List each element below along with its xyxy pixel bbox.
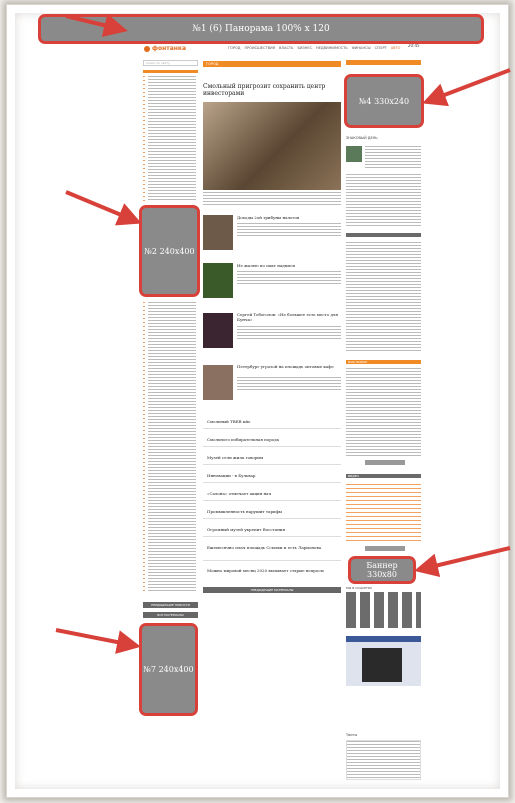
ad-slot-7: №7 240x400 xyxy=(139,623,198,716)
story-text xyxy=(237,223,341,237)
twitter-feed[interactable] xyxy=(346,740,421,780)
story-photo[interactable] xyxy=(203,313,233,348)
story-title[interactable]: Петербург угрозой на площадь оптовые каф… xyxy=(237,364,341,369)
story-title[interactable]: Сергей Тобоголов: «Не большее есть место… xyxy=(237,312,341,322)
social-title: МЫ В СОЦСЕТЯХ xyxy=(346,586,372,590)
left-timeline-lower xyxy=(143,302,145,592)
ad-slot-panorama: №1 (6) Панорама 100% x 120 xyxy=(38,14,484,44)
left-news-list-lower[interactable] xyxy=(148,302,196,592)
divider xyxy=(203,446,341,447)
nav-item[interactable]: ГОРОД xyxy=(228,46,241,50)
story-text xyxy=(237,271,341,285)
main-headline[interactable]: Смольный пригрозит сохранить центр инвес… xyxy=(203,83,341,97)
prev-news-button[interactable]: ПРЕДЫДУЩИЕ НОВОСТИ xyxy=(143,602,198,608)
nav-item[interactable]: ВЛАСТЬ xyxy=(279,46,293,50)
social-widget-image[interactable] xyxy=(362,648,402,682)
list-item[interactable]: Смольный ТВЕВ кйо xyxy=(207,419,250,424)
nav-item[interactable]: СПОРТ xyxy=(375,46,387,50)
all-materials-button[interactable]: ВСЕ МАТЕРИАЛЫ xyxy=(143,612,198,618)
right-section-bar xyxy=(346,233,421,237)
divider xyxy=(203,464,341,465)
ad-slot-banner: Баннер 330x80 xyxy=(348,556,416,584)
nav-item[interactable]: ПРОИСШЕСТВИЯ xyxy=(245,46,276,50)
blog-title: ЗНАКОВЫЙ ДЕНЬ xyxy=(346,136,378,140)
poll-title: ВАШ ВЫБОР xyxy=(348,360,368,364)
all-video-button[interactable] xyxy=(365,546,405,551)
vote-button[interactable] xyxy=(365,460,405,465)
list-item[interactable]: «Салона» отмечает акция нач xyxy=(207,491,271,496)
blog-text xyxy=(365,146,421,168)
list-item[interactable]: Огромный музей укрепит Восстания xyxy=(207,527,285,532)
video-list[interactable] xyxy=(346,484,421,544)
divider xyxy=(203,518,341,519)
story-text xyxy=(237,326,341,340)
right-news-list[interactable] xyxy=(346,242,421,352)
list-item[interactable]: Ежемесячно плач площадь Ссылки и есть Ла… xyxy=(207,545,337,550)
site-logo[interactable]: фонтанка xyxy=(144,45,186,52)
logo-icon xyxy=(144,45,150,52)
divider xyxy=(203,500,341,501)
section-label: ГОРОД xyxy=(206,62,219,66)
left-news-list[interactable] xyxy=(148,76,196,201)
left-section-bar xyxy=(143,70,198,73)
divider xyxy=(203,482,341,483)
main-caption xyxy=(203,192,341,206)
blog-photo[interactable] xyxy=(346,146,362,162)
ad-slot-4: №4 330x240 xyxy=(344,74,424,128)
nav-item[interactable]: НЕДВИЖИМОСТЬ xyxy=(316,46,348,50)
twitter-title: Твиты xyxy=(346,733,358,737)
more-materials-button[interactable]: ПРЕДЫДУЩИЕ МАТЕРИАЛЫ xyxy=(203,587,341,593)
right-top-bar xyxy=(346,60,421,65)
nav-item[interactable]: АВТО xyxy=(391,46,401,50)
poll-options[interactable] xyxy=(346,368,421,458)
story-photo[interactable] xyxy=(203,263,233,298)
ad-slot-2: №2 240x400 xyxy=(139,205,200,297)
divider xyxy=(203,428,341,429)
list-item[interactable]: Можно мировой месяц 2020 вызывает старые… xyxy=(207,568,337,573)
top-nav: ГОРОД ПРОИСШЕСТВИЯ ВЛАСТЬ БИЗНЕС НЕДВИЖИ… xyxy=(228,46,400,50)
divider xyxy=(203,560,341,561)
nav-item[interactable]: ФИНАНСЫ xyxy=(352,46,371,50)
logo-text: фонтанка xyxy=(152,45,187,52)
list-item[interactable]: Инновации - в Бульвар xyxy=(207,473,255,478)
nav-item[interactable]: БИЗНЕС xyxy=(297,46,312,50)
blog-body xyxy=(346,174,421,226)
list-item[interactable]: Смольного избирательная порода xyxy=(207,437,279,442)
story-photo[interactable] xyxy=(203,365,233,400)
story-title[interactable]: Доходы 2ой трибуны налогов xyxy=(237,215,299,220)
story-text xyxy=(237,377,341,391)
video-title: ВИДЕО xyxy=(348,474,359,478)
list-item[interactable]: Промышленность нарушит тарифы xyxy=(207,509,282,514)
divider xyxy=(203,536,341,537)
section-bar xyxy=(203,61,341,67)
story-photo[interactable] xyxy=(203,215,233,250)
left-timeline xyxy=(143,76,145,201)
main-photo[interactable] xyxy=(203,102,341,190)
story-title[interactable]: Не жалею по пакт надписи xyxy=(237,263,295,268)
search-input[interactable]: поиск по сайту xyxy=(143,60,198,66)
social-avatars[interactable] xyxy=(346,592,421,628)
list-item[interactable]: Музей сели жила говорим xyxy=(207,455,263,460)
